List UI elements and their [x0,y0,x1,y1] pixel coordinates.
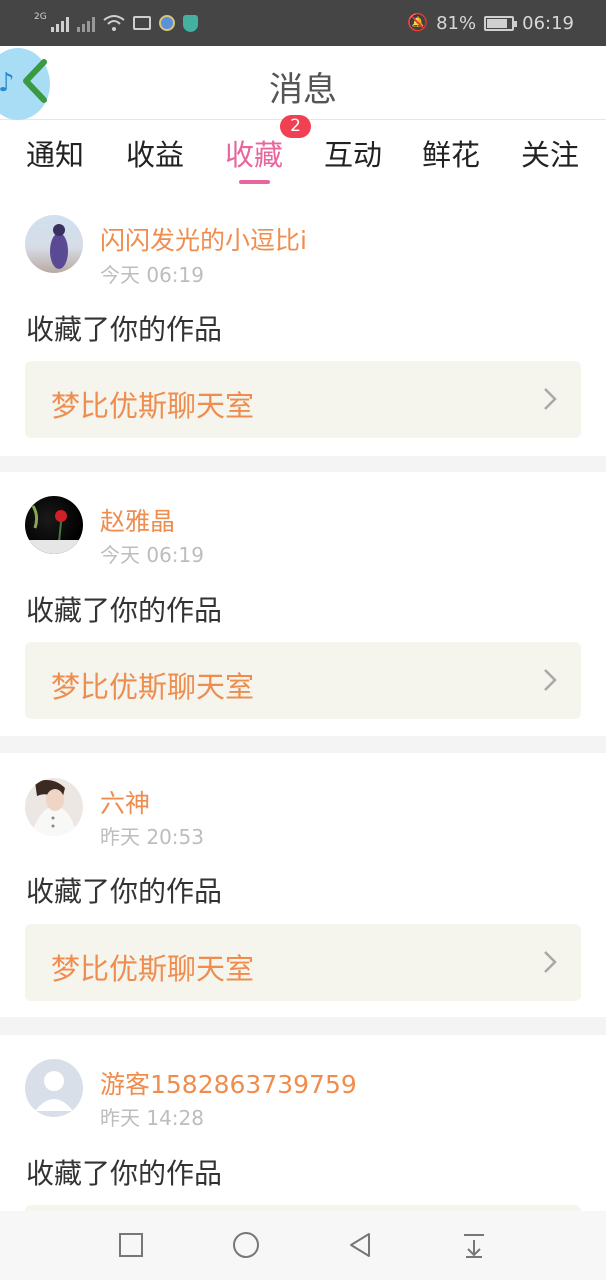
chevron-right-icon [544,388,557,410]
work-link[interactable]: 梦比优斯聊天室 [25,924,581,1001]
user-name[interactable]: 六神 [100,784,150,820]
status-icons-left: 2G [34,10,198,36]
message-time: 昨天 14:28 [100,1106,204,1130]
message-card: 赵雅晶 今天 06:19 收藏了你的作品 梦比优斯聊天室 [0,472,606,736]
work-title: 梦比优斯聊天室 [51,670,255,704]
avatar[interactable] [25,496,83,554]
avatar[interactable] [25,215,83,273]
wifi-icon [103,15,125,31]
message-card: 闪闪发光的小逗比i 今天 06:19 收藏了你的作品 梦比优斯聊天室 [0,198,606,456]
battery-fill [487,18,507,28]
square-icon[interactable] [115,1229,147,1261]
tab-follow[interactable]: 关注 [500,132,600,174]
tab-interaction[interactable]: 互动 [303,132,403,174]
message-card: 六神 昨天 20:53 收藏了你的作品 梦比优斯聊天室 [0,753,606,1017]
signal-icon [50,14,69,32]
page-title: 消息 [269,70,337,110]
message-text: 收藏了你的作品 [26,1157,223,1190]
avatar[interactable] [25,1059,83,1117]
network-type: 2G [34,12,47,22]
message-text: 收藏了你的作品 [26,594,223,627]
work-link[interactable]: 梦比优斯聊天室 [25,361,581,438]
active-tab-indicator [239,180,270,184]
browser-icon [158,15,175,31]
work-title: 梦比优斯聊天室 [51,389,255,423]
message-text: 收藏了你的作品 [26,875,223,908]
tab-notification[interactable]: 通知 [5,132,105,174]
user-name[interactable]: 闪闪发光的小逗比i [100,221,307,257]
battery-percent: 81% [436,12,477,34]
mute-icon: 🔕 [406,13,429,33]
message-time: 昨天 20:53 [100,825,204,849]
system-nav-bar [0,1211,606,1280]
battery-icon [484,15,518,31]
shield-icon [182,14,198,32]
download-icon[interactable] [458,1229,490,1261]
user-name[interactable]: 游客1582863739759 [100,1065,357,1101]
user-name[interactable]: 赵雅晶 [100,502,175,538]
status-bar: 2G 🔕 81% 06:19 [0,0,606,46]
circle-icon[interactable] [230,1229,262,1261]
message-time: 今天 06:19 [100,263,204,287]
status-icons-right: 🔕 81% 06:19 [407,10,574,36]
header: ♪ 消息 [0,46,606,120]
message-card: 游客1582863739759 昨天 14:28 收藏了你的作品 [0,1035,606,1211]
tab-flowers[interactable]: 鲜花 [401,132,501,174]
chevron-right-icon [544,669,557,691]
message-text: 收藏了你的作品 [26,313,223,346]
avatar[interactable] [25,778,83,836]
chevron-right-icon [544,951,557,973]
work-title: 梦比优斯聊天室 [51,952,255,986]
favorites-badge: 2 [280,115,311,138]
triangle-back-icon[interactable] [344,1229,376,1261]
work-link[interactable]: 梦比优斯聊天室 [25,642,581,719]
activity-icon [132,16,151,30]
clock: 06:19 [522,12,574,34]
tab-favorites[interactable]: 收藏 [204,132,304,174]
tab-earnings[interactable]: 收益 [105,132,205,174]
signal-2-icon [76,14,95,32]
message-time: 今天 06:19 [100,543,204,567]
